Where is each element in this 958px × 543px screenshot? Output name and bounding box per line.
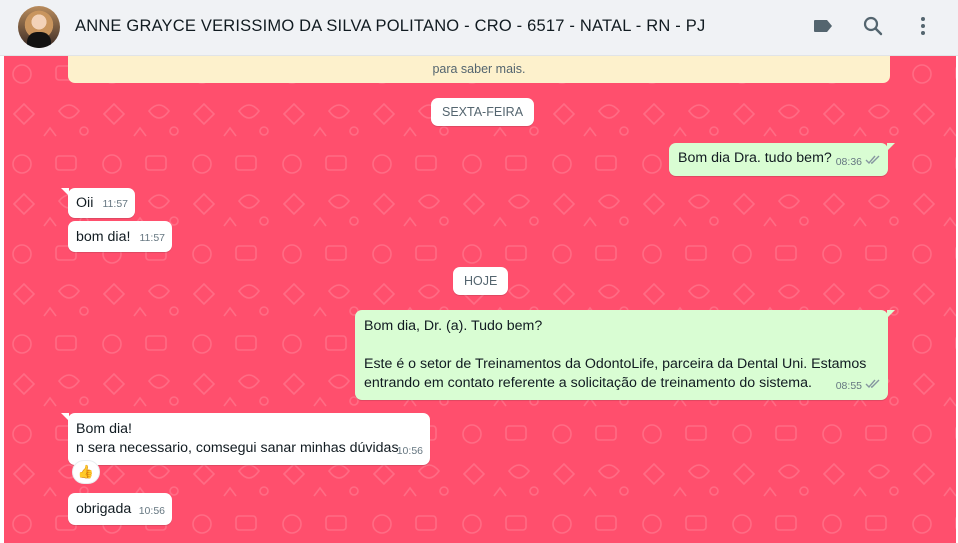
message-bubble-incoming[interactable]: Oii 11:57 <box>61 188 135 218</box>
thumbs-up-reaction[interactable]: 👍 <box>72 460 100 484</box>
message-meta: 10:56 <box>139 502 165 521</box>
message-text: Bom dia, Dr. (a). Tudo bem? Este é o set… <box>364 318 867 391</box>
message-bubble-outgoing[interactable]: Bom dia Dra. tudo bem? 08:36 <box>669 143 895 176</box>
message-time: 08:55 <box>835 380 862 392</box>
message-time: 11:57 <box>139 232 166 244</box>
wallpaper-pattern <box>4 56 957 543</box>
system-notice-text: para saber mais. <box>432 62 526 76</box>
label-icon[interactable] <box>811 14 835 38</box>
read-ticks-icon <box>865 153 881 172</box>
message-time: 10:56 <box>396 445 423 457</box>
message-bubble-outgoing[interactable]: Bom dia, Dr. (a). Tudo bem? Este é o set… <box>355 310 895 400</box>
message-bubble-incoming[interactable]: obrigada 10:56 <box>68 493 172 525</box>
date-label: SEXTA-FEIRA <box>442 105 524 119</box>
message-bubble-incoming[interactable]: Bom dia! n sera necessario, comsegui san… <box>61 413 430 465</box>
message-meta: 08:36 <box>836 153 881 172</box>
message-meta: 11:57 <box>103 195 129 214</box>
menu-icon[interactable] <box>911 14 935 38</box>
date-divider-friday: SEXTA-FEIRA <box>431 98 535 126</box>
system-notice[interactable]: para saber mais. <box>68 56 890 83</box>
date-label: HOJE <box>464 274 498 288</box>
message-meta: 08:55 <box>836 377 881 396</box>
message-bubble-incoming[interactable]: bom dia! 11:57 <box>68 221 172 252</box>
read-ticks-icon <box>865 377 881 396</box>
message-text: Bom dia! n sera necessario, comsegui san… <box>76 421 399 456</box>
message-time: 10:56 <box>138 505 165 517</box>
message-meta: 10:56 <box>397 442 423 461</box>
reaction-emoji: 👍 <box>77 464 95 479</box>
contact-avatar[interactable] <box>18 6 60 48</box>
date-divider-today: HOJE <box>453 267 509 295</box>
contact-name[interactable]: ANNE GRAYCE VERISSIMO DA SILVA POLITANO … <box>75 17 705 36</box>
message-time: 11:57 <box>102 198 129 210</box>
message-time: 08:36 <box>835 156 862 168</box>
search-icon[interactable] <box>861 14 885 38</box>
chat-panel[interactable]: para saber mais. SEXTA-FEIRA Bom dia Dra… <box>4 56 957 543</box>
message-meta: 11:57 <box>140 229 166 248</box>
chat-header: ANNE GRAYCE VERISSIMO DA SILVA POLITANO … <box>0 0 958 56</box>
